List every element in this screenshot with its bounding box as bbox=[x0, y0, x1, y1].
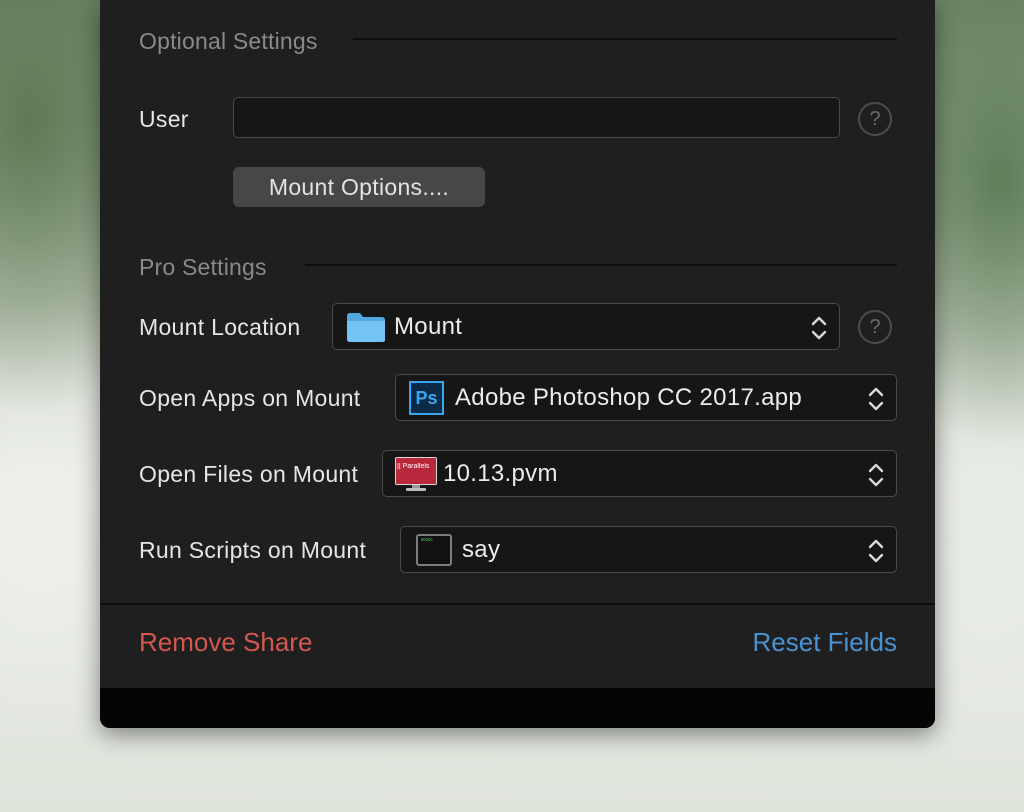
question-mark-icon: ? bbox=[869, 108, 881, 130]
terminal-icon-label: exec bbox=[421, 537, 434, 543]
open-files-value: 10.13.pvm bbox=[443, 460, 558, 487]
window-bottom-bar bbox=[100, 688, 935, 728]
mount-options-button[interactable]: Mount Options.... bbox=[233, 167, 485, 207]
remove-share-button[interactable]: Remove Share bbox=[139, 627, 312, 658]
mount-location-value: Mount bbox=[394, 313, 463, 340]
open-apps-value: Adobe Photoshop CC 2017.app bbox=[455, 384, 803, 411]
chevron-up-down-icon bbox=[811, 316, 827, 340]
section-divider bbox=[353, 38, 897, 40]
mount-location-popup[interactable]: Mount bbox=[332, 303, 840, 350]
chevron-up-down-icon bbox=[868, 463, 884, 487]
reset-fields-button[interactable]: Reset Fields bbox=[753, 627, 898, 658]
mount-location-label: Mount Location bbox=[139, 314, 301, 340]
open-files-popup[interactable]: || Parallels 10.13.pvm bbox=[382, 450, 897, 497]
terminal-icon: exec bbox=[416, 534, 452, 566]
parallels-vm-icon: || Parallels bbox=[395, 457, 437, 491]
share-settings-panel: Optional Settings User ? Mount Options..… bbox=[100, 0, 935, 728]
user-field[interactable] bbox=[233, 97, 840, 138]
run-scripts-popup[interactable]: exec say bbox=[400, 526, 897, 573]
run-scripts-label: Run Scripts on Mount bbox=[139, 537, 367, 563]
question-mark-icon: ? bbox=[869, 316, 881, 338]
folder-icon bbox=[347, 313, 385, 342]
section-divider bbox=[305, 264, 897, 266]
mount-location-help-button[interactable]: ? bbox=[858, 310, 892, 344]
user-help-button[interactable]: ? bbox=[858, 102, 892, 136]
run-scripts-value: say bbox=[462, 536, 501, 563]
pro-settings-heading: Pro Settings bbox=[139, 254, 267, 280]
optional-settings-heading: Optional Settings bbox=[139, 28, 318, 54]
open-files-label: Open Files on Mount bbox=[139, 461, 359, 487]
parallels-icon-label: || Parallels bbox=[397, 463, 430, 470]
user-label: User bbox=[139, 106, 189, 132]
open-apps-popup[interactable]: Ps Adobe Photoshop CC 2017.app bbox=[395, 374, 897, 421]
open-apps-label: Open Apps on Mount bbox=[139, 385, 361, 411]
photoshop-icon: Ps bbox=[409, 381, 444, 415]
chevron-up-down-icon bbox=[868, 539, 884, 563]
footer-divider bbox=[100, 603, 935, 605]
chevron-up-down-icon bbox=[868, 387, 884, 411]
